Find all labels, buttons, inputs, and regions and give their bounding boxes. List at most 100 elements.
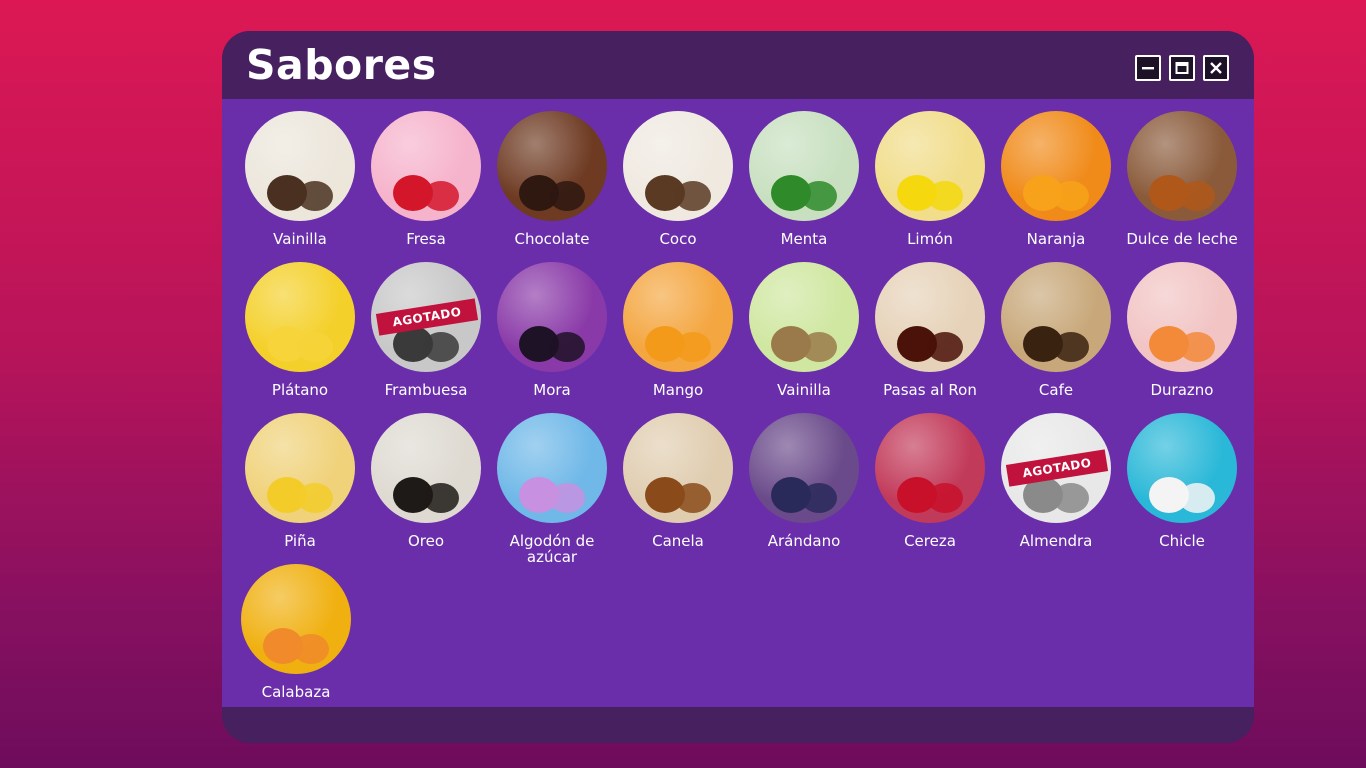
sold-out-badge: AGOTADO (1005, 449, 1109, 487)
flavor-item[interactable]: Algodón de azúcar (489, 413, 615, 565)
fruit-garnish (549, 483, 585, 513)
flavor-image (497, 111, 607, 221)
flavor-item[interactable]: Plátano (237, 262, 363, 398)
fruit-garnish (927, 181, 963, 211)
flavor-image (371, 111, 481, 221)
flavor-label: Arándano (767, 532, 841, 550)
fruit-garnish (927, 332, 963, 362)
fruit-garnish (1179, 181, 1215, 211)
flavor-label: Calabaza (261, 683, 331, 701)
flavor-image (749, 111, 859, 221)
flavor-label: Pasas al Ron (883, 381, 977, 399)
flavor-item[interactable]: Fresa (363, 111, 489, 247)
flavor-image (875, 413, 985, 523)
flavor-image (1127, 262, 1237, 372)
maximize-icon (1175, 62, 1189, 74)
flavor-image (1127, 111, 1237, 221)
flavor-item[interactable]: Coco (615, 111, 741, 247)
flavor-item[interactable]: Pasas al Ron (867, 262, 993, 398)
flavor-label: Cafe (1038, 381, 1074, 399)
flavor-item[interactable]: Naranja (993, 111, 1119, 247)
flavor-label: Vainilla (273, 230, 327, 248)
flavor-label: Mango (652, 381, 704, 399)
fruit-garnish (675, 483, 711, 513)
flavor-label: Frambuesa (384, 381, 468, 399)
flavor-label: Fresa (406, 230, 446, 248)
fruit-garnish (297, 483, 333, 513)
fruit-garnish (423, 483, 459, 513)
flavor-label: Chicle (1159, 532, 1205, 550)
flavor-grid: Vainilla Fresa Chocolate Coco Menta Limón Nara… (222, 99, 1254, 707)
flavor-item[interactable]: Chocolate (489, 111, 615, 247)
maximize-button[interactable] (1169, 55, 1195, 81)
flavor-item[interactable]: AGOTADO Frambuesa (363, 262, 489, 398)
flavor-image: AGOTADO (1001, 413, 1111, 523)
flavor-image (1001, 262, 1111, 372)
flavor-label: Almendra (1019, 532, 1093, 550)
flavor-item[interactable]: Menta (741, 111, 867, 247)
flavor-item[interactable]: Piña (237, 413, 363, 549)
flavor-item[interactable]: Limón (867, 111, 993, 247)
flavor-image (875, 262, 985, 372)
flavor-item[interactable]: AGOTADO Almendra (993, 413, 1119, 549)
flavors-window: Sabores Vainilla Fresa Chocolate Coco Menta L… (222, 31, 1254, 743)
flavor-label: Menta (780, 230, 828, 248)
fruit-garnish (801, 181, 837, 211)
fruit-garnish (297, 181, 333, 211)
flavor-image (1001, 111, 1111, 221)
flavor-image (623, 111, 733, 221)
flavor-image (1127, 413, 1237, 523)
minimize-icon (1142, 67, 1154, 70)
flavor-item[interactable]: Chicle (1119, 413, 1245, 549)
fruit-garnish (927, 483, 963, 513)
flavor-item[interactable]: Mora (489, 262, 615, 398)
flavor-label: Limón (907, 230, 953, 248)
flavor-image (749, 262, 859, 372)
fruit-garnish (1053, 483, 1089, 513)
flavor-label: Naranja (1026, 230, 1086, 248)
fruit-garnish (293, 634, 329, 664)
window-footer (222, 707, 1254, 743)
flavor-label: Cereza (904, 532, 956, 550)
flavor-item[interactable]: Vainilla (741, 262, 867, 398)
close-icon (1210, 62, 1222, 74)
flavor-item[interactable]: Canela (615, 413, 741, 549)
fruit-garnish (675, 332, 711, 362)
flavor-label: Canela (652, 532, 704, 550)
flavor-item[interactable]: Arándano (741, 413, 867, 549)
flavor-image (245, 262, 355, 372)
flavor-image (245, 413, 355, 523)
fruit-garnish (675, 181, 711, 211)
flavor-image (749, 413, 859, 523)
flavor-image (245, 111, 355, 221)
flavor-label: Piña (284, 532, 316, 550)
flavor-label: Dulce de leche (1126, 230, 1238, 248)
flavor-item[interactable]: Vainilla (237, 111, 363, 247)
flavor-item[interactable]: Cereza (867, 413, 993, 549)
sold-out-badge: AGOTADO (375, 298, 479, 336)
fruit-garnish (549, 181, 585, 211)
close-button[interactable] (1203, 55, 1229, 81)
flavor-image (241, 564, 351, 674)
fruit-garnish (1053, 181, 1089, 211)
flavor-item[interactable]: Dulce de leche (1119, 111, 1245, 247)
fruit-garnish (801, 332, 837, 362)
flavor-label: Plátano (271, 381, 329, 399)
window-title: Sabores (246, 41, 437, 89)
flavor-item[interactable]: Mango (615, 262, 741, 398)
fruit-garnish (297, 332, 333, 362)
flavor-item[interactable]: Calabaza (233, 564, 359, 700)
fruit-garnish (1053, 332, 1089, 362)
flavor-item[interactable]: Durazno (1119, 262, 1245, 398)
flavor-label: Coco (659, 230, 697, 248)
minimize-button[interactable] (1135, 55, 1161, 81)
title-bar[interactable]: Sabores (222, 31, 1254, 99)
fruit-garnish (423, 181, 459, 211)
flavor-image (497, 413, 607, 523)
flavor-label: Algodón de azúcar (509, 532, 595, 566)
fruit-garnish (1179, 483, 1215, 513)
flavor-item[interactable]: Cafe (993, 262, 1119, 398)
flavor-item[interactable]: Oreo (363, 413, 489, 549)
fruit-garnish (801, 483, 837, 513)
fruit-garnish (1179, 332, 1215, 362)
